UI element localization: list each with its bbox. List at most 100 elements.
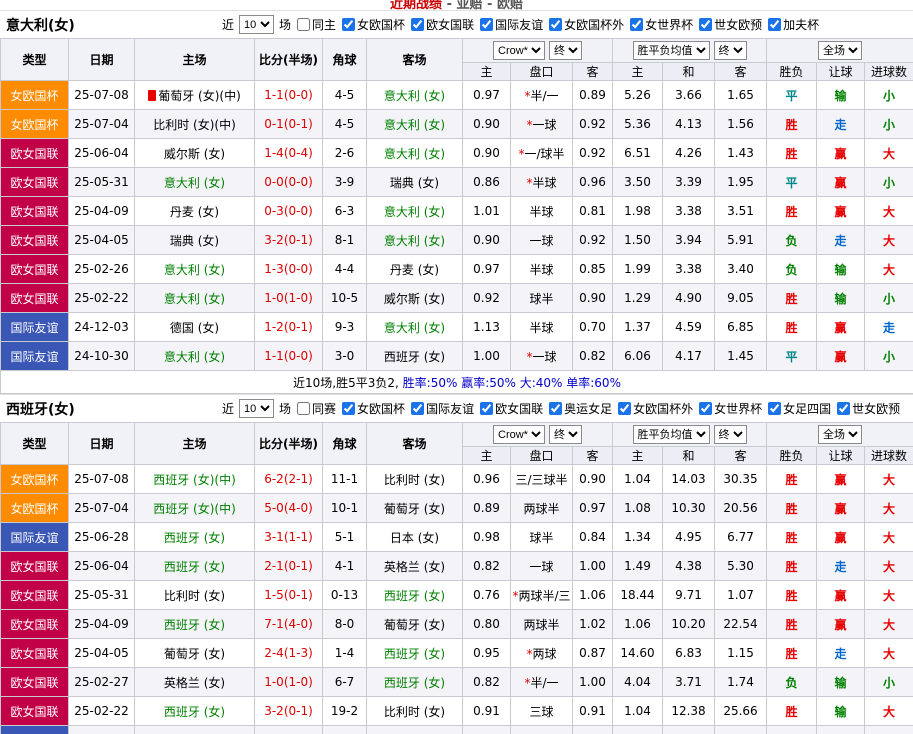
type-badge: 女欧国杯 [0,493,69,523]
type-badge: 欧女国联 [0,138,69,168]
filter-group: 同赛 女欧国杯 国际友谊 欧女国联 奥运女足 女欧国杯外 女世界杯 女足四国 世女欧预 [293,400,902,418]
team-name: 意大利 (女) [383,146,446,161]
handicap-line: *半/一 [510,667,573,697]
avg-final-select[interactable]: 终 [713,41,747,60]
filter-checkbox[interactable] [297,401,311,415]
top-nav-text[interactable]: 近期战绩 - 亚赔 - 欧赔 [390,0,523,10]
filter-checkbox[interactable] [837,401,851,415]
avg-draw-odds: 3.38 [662,254,715,284]
match-row: 国际友谊 24-12-03 德国 (女) 1-2(0-1) 9-3 意大利 (女) 1.13… [0,312,913,342]
odds-company-select[interactable]: Crow* [493,425,545,444]
filter-option[interactable]: 女欧国杯外 [545,16,624,33]
filter-option[interactable]: 奥运女足 [545,400,612,417]
col-avg-home: 主 [612,446,663,465]
match-date: 25-02-22 [68,696,135,726]
result-goals: 大 [864,225,913,255]
handicap-away-odds: 0.92 [572,138,613,168]
filter-checkbox[interactable] [480,17,494,31]
handicap-line: 球半 [510,522,573,552]
avg-select[interactable]: 胜平负均值 [632,41,710,60]
result-handicap: 赢 [816,522,866,552]
match-row: 女欧国杯 25-07-08 葡萄牙 (女)(中) 1-1(0-0) 4-5 意大利 (女)… [0,80,913,110]
filter-option[interactable]: 女足四国 [764,400,831,417]
col-away: 客场 [366,38,463,81]
result-wdl: 胜 [766,138,818,168]
result-handicap: 输 [816,254,866,284]
handicap-home-odds: 0.97 [462,80,511,110]
result-goals: 大 [864,551,913,581]
col-goals: 进球数 [864,62,913,81]
result-handicap: 赢 [816,609,866,639]
team-name: 比利时 (女)(中) [153,117,236,132]
filter-option[interactable]: 女世界杯 [626,16,693,33]
filter-checkbox[interactable] [480,401,494,415]
filter-checkbox[interactable] [342,17,356,31]
filter-option[interactable]: 欧女国联 [407,16,474,33]
match-date: 24-12-03 [68,312,135,342]
odds-company-select[interactable]: Crow* [493,41,545,60]
filter-checkbox[interactable] [342,401,356,415]
corners: 4-1 [322,551,367,581]
filter-checkbox[interactable] [630,17,644,31]
match-count-select[interactable]: 10 [239,399,275,418]
filter-option[interactable]: 世女欧预 [833,400,900,417]
filter-option[interactable]: 女欧国杯 [338,16,405,33]
avg-final-select[interactable]: 终 [713,425,747,444]
team-name: 日本 (女) [389,530,440,545]
odds-final-select[interactable]: 终 [549,425,582,444]
home-team: 西班牙 (女) [134,551,255,581]
away-team: 西班牙 (女) [366,341,463,371]
result-handicap: 赢 [816,725,866,734]
filter-checkbox[interactable] [699,17,713,31]
odds-final-select[interactable]: 终 [549,41,582,60]
filter-checkbox[interactable] [549,17,563,31]
away-team: 威尔斯 (女) [366,283,463,313]
handicap-line: 三/三球半 [510,464,573,494]
filter-checkbox[interactable] [549,401,563,415]
scope-select[interactable]: 全场 [818,41,863,60]
result-wdl: 负 [766,254,818,284]
result-handicap: 赢 [816,341,866,371]
team-name: 西班牙 (女) [383,675,446,690]
filter-option[interactable]: 同赛 [293,400,336,417]
filter-checkbox[interactable] [699,401,713,415]
filter-option[interactable]: 同主 [293,16,336,33]
filter-checkbox[interactable] [768,401,782,415]
avg-away-odds: 30.35 [713,464,768,494]
avg-home-odds: 1.06 [612,609,663,639]
col-corner: 角球 [322,422,367,465]
col-avg-draw: 和 [662,62,715,81]
team-name: 西班牙 (女) [163,617,226,632]
team-name: 意大利 (女) [163,291,226,306]
filter-checkbox[interactable] [297,17,311,31]
filter-option[interactable]: 世女欧预 [695,16,762,33]
team-name: 西班牙 (女)(中) [153,501,236,516]
match-date: 25-05-31 [68,167,135,197]
handicap-line: 半球 [510,254,573,284]
filter-option[interactable]: 女欧国杯 [338,400,405,417]
match-count-select[interactable]: 10 [239,15,275,34]
filter-option[interactable]: 加夫杯 [764,16,819,33]
filter-option[interactable]: 欧女国联 [476,400,543,417]
result-handicap: 赢 [816,312,866,342]
avg-draw-odds: 9.71 [662,580,715,610]
scope-select[interactable]: 全场 [818,425,863,444]
filter-checkbox[interactable] [768,17,782,31]
home-team: 西班牙 (女)(中) [134,493,255,523]
avg-draw-odds: 4.26 [662,138,715,168]
filter-option[interactable]: 国际友谊 [407,400,474,417]
team-name: 意大利 (女) [383,117,446,132]
away-team: 意大利 (女) [366,109,463,139]
type-badge: 女欧国杯 [0,80,69,110]
filter-option[interactable]: 女欧国杯外 [614,400,693,417]
handicap-away-odds: 1.06 [572,580,613,610]
filter-checkbox[interactable] [618,401,632,415]
filter-option[interactable]: 国际友谊 [476,16,543,33]
filter-option[interactable]: 女世界杯 [695,400,762,417]
filter-checkbox[interactable] [411,401,425,415]
corners: 3-3 [322,725,367,734]
result-wdl: 平 [766,80,818,110]
avg-select[interactable]: 胜平负均值 [632,425,710,444]
match-date: 24-10-30 [68,341,135,371]
filter-checkbox[interactable] [411,17,425,31]
